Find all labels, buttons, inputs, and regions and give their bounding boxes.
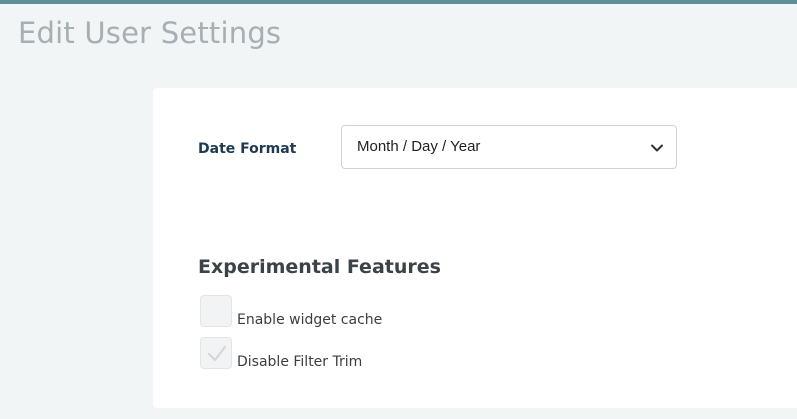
disable-filter-trim-checkbox[interactable] [200, 337, 232, 369]
settings-card: Date Format Month / Day / Year Experimen… [153, 88, 797, 408]
checkmark-icon [207, 345, 227, 362]
option-disable-filter-trim: Disable Filter Trim [200, 337, 600, 371]
page-title: Edit User Settings [18, 16, 282, 50]
chevron-down-icon [651, 144, 663, 152]
disable-filter-trim-label: Disable Filter Trim [237, 354, 363, 370]
top-accent-bar [0, 0, 797, 4]
enable-widget-cache-label: Enable widget cache [237, 312, 383, 328]
date-format-select[interactable]: Month / Day / Year [341, 125, 677, 169]
date-format-label: Date Format [198, 141, 297, 157]
enable-widget-cache-checkbox[interactable] [200, 295, 232, 327]
date-format-selected-value: Month / Day / Year [357, 138, 481, 155]
option-enable-widget-cache: Enable widget cache [200, 295, 600, 329]
experimental-features-heading: Experimental Features [198, 256, 441, 278]
